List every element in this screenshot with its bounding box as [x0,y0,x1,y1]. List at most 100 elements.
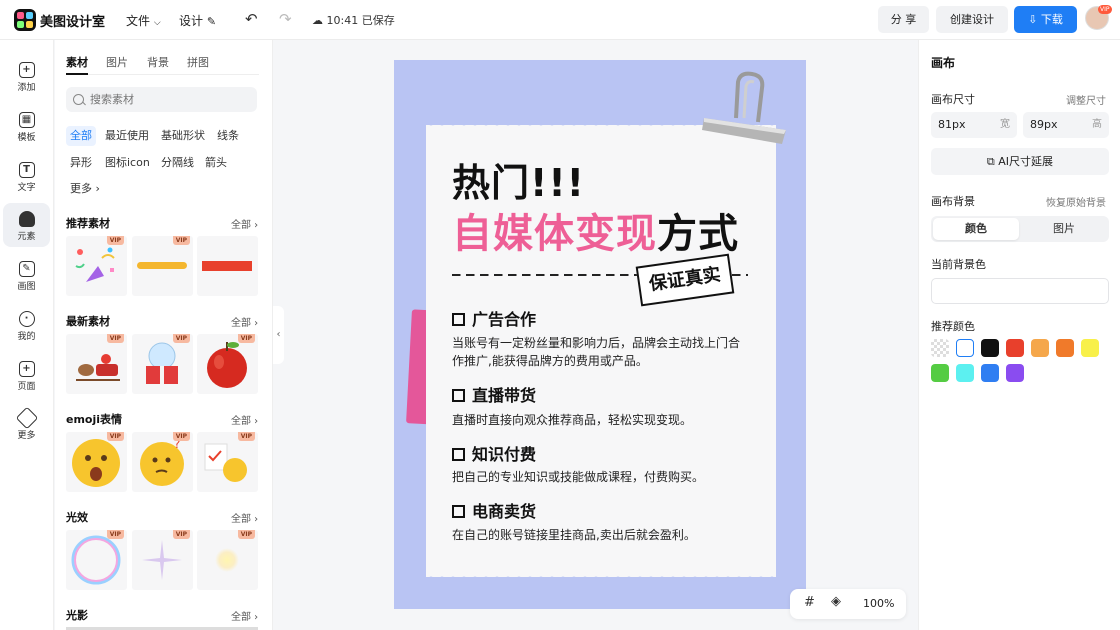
thumb-checklist-emoji[interactable]: VIP [197,432,258,492]
rail-label: 文字 [17,183,36,193]
thumb-snow-globe[interactable]: VIP [132,334,193,394]
undo-icon[interactable]: ↶ [245,10,258,28]
tab-background[interactable]: 背景 [147,54,169,70]
poster-item-title[interactable]: 知识付费 [452,441,536,465]
poster-item-title[interactable]: 直播带货 [452,382,536,406]
rainbow-bubble-icon [71,535,121,585]
rail-item-page[interactable]: + 页面 [3,353,50,397]
color-swatch[interactable] [956,364,974,382]
seg-image[interactable]: 图片 [1021,218,1107,240]
rail-label: 更多 [17,431,36,441]
save-status: ☁ 10:41 已保存 [312,12,395,28]
section-more-light-shadow[interactable]: 全部 › [231,608,258,623]
color-swatch[interactable] [956,339,974,357]
tab-materials[interactable]: 素材 [66,54,88,70]
more-label: 全部 [231,220,251,231]
seg-color[interactable]: 颜色 [933,218,1019,240]
section-more-latest[interactable]: 全部 › [231,314,258,329]
thumb-yellow-brush[interactable]: VIP [132,236,193,296]
template-icon: ▦ [18,112,35,128]
vip-badge: VIP [172,432,190,441]
rail-item-mine[interactable]: · 我的 [3,303,50,347]
shapes-icon [18,211,35,227]
thumb-glow-light[interactable]: VIP [197,530,258,590]
thumb-red-bar[interactable] [197,236,258,296]
height-field[interactable]: 89px 高 [1023,112,1109,138]
thumb-rainbow-bubble[interactable]: VIP [66,530,127,590]
poster-heading-line1[interactable]: 热门!!! [452,152,585,207]
poster-item-title[interactable]: 广告合作 [452,306,536,330]
poster-item-desc[interactable]: 当账号有一定粉丝量和影响力后，品牌会主动找上门合作推广,能获得品牌方的费用或产品… [452,334,750,370]
ai-extend-label: AI尺寸延展 [998,155,1054,168]
rail-item-template[interactable]: ▦ 模板 [3,104,50,148]
chip-irregular[interactable]: 异形 [66,153,96,173]
chip-lines[interactable]: 线条 [213,126,243,146]
poster-heading-line2[interactable]: 自媒体变现方式 [452,201,739,259]
thumb-santa-sleigh[interactable]: VIP [66,334,127,394]
color-swatch[interactable] [1031,339,1049,357]
color-swatch[interactable] [1056,339,1074,357]
section-more-emoji[interactable]: 全部 › [231,412,258,427]
share-button[interactable]: 分 享 [878,6,929,33]
poster-item-title[interactable]: 电商卖货 [452,498,536,522]
layers-icon[interactable]: ◈ [831,594,841,609]
rail-item-text[interactable]: T 文字 [3,154,50,198]
section-more-recommended[interactable]: 全部 › [231,216,258,231]
item-title-text: 直播带货 [472,386,537,405]
color-swatch[interactable] [1006,339,1024,357]
reset-bg-link[interactable]: 恢复原始背景 [1046,194,1106,209]
thumb-red-apple[interactable]: VIP [197,334,258,394]
panel-title: 画布 [931,56,956,70]
rail-item-elements[interactable]: 元素 [3,203,50,247]
checkbox-icon [452,448,465,461]
app-logo-icon[interactable] [14,9,36,31]
rail-item-add[interactable]: + 添加 [3,54,50,98]
collapse-panel-button[interactable]: ‹ [273,306,284,364]
red-apple-icon [207,342,247,388]
section-title-light-effects: 光效 [66,511,88,524]
rail-label: 模板 [17,133,36,143]
rail-item-more[interactable]: 更多 [3,402,50,446]
item-title-text: 知识付费 [472,445,537,464]
tab-images[interactable]: 图片 [106,54,128,70]
section-more-light-effects[interactable]: 全部 › [231,510,258,525]
current-bg-label: 当前背景色 [931,258,986,271]
poster-item-desc[interactable]: 直播时直接向观众推荐商品，轻松实现变现。 [452,411,750,429]
color-swatch[interactable] [981,339,999,357]
grid-icon[interactable]: # [804,595,815,610]
download-button[interactable]: ⇩ 下载 [1014,6,1077,33]
tab-collage[interactable]: 拼图 [187,54,209,70]
width-field[interactable]: 81px 宽 [931,112,1017,138]
zoom-toolbar: # ◈ 100% [790,589,906,619]
color-swatch[interactable] [1081,339,1099,357]
chip-arrows[interactable]: 箭头 [201,153,231,173]
color-swatch[interactable] [931,364,949,382]
thumb-shocked-emoji[interactable]: VIP [66,432,127,492]
color-swatch[interactable] [931,339,949,357]
design-menu[interactable]: 设计 ✎ [179,12,216,29]
thumb-confetti-popper[interactable]: VIP [66,236,127,296]
chip-more[interactable]: 更多 › [66,179,104,199]
file-menu[interactable]: 文件 ⌵ [126,12,161,29]
search-input[interactable] [66,87,257,112]
thumb-sparkle-star[interactable]: VIP [132,530,193,590]
design-menu-label: 设计 [179,14,204,28]
rail-item-draw[interactable]: ✎ 画图 [3,253,50,297]
vip-badge: VIP [237,530,255,539]
redo-icon[interactable]: ↷ [279,10,292,28]
chip-dividers[interactable]: 分隔线 [157,153,198,173]
color-swatch[interactable] [981,364,999,382]
current-bg-color-field[interactable] [931,278,1109,304]
poster-item-desc[interactable]: 在自己的账号链接里挂商品,卖出后就会盈利。 [452,526,750,544]
chip-all[interactable]: 全部 [66,126,96,146]
create-design-button[interactable]: 创建设计 [936,6,1008,33]
chip-recent[interactable]: 最近使用 [101,126,153,146]
poster-item-desc[interactable]: 把自己的专业知识或技能做成课程，付费购买。 [452,468,750,486]
zoom-level[interactable]: 100% [863,597,894,610]
ai-size-extend-button[interactable]: ⧉ AI尺寸延展 [931,148,1109,175]
color-swatch[interactable] [1006,364,1024,382]
thumb-thinking-emoji[interactable]: VIP ? [132,432,193,492]
resize-link[interactable]: 调整尺寸 [1066,92,1106,107]
chip-icons[interactable]: 图标icon [101,153,154,173]
chip-basic-shapes[interactable]: 基础形状 [157,126,209,146]
